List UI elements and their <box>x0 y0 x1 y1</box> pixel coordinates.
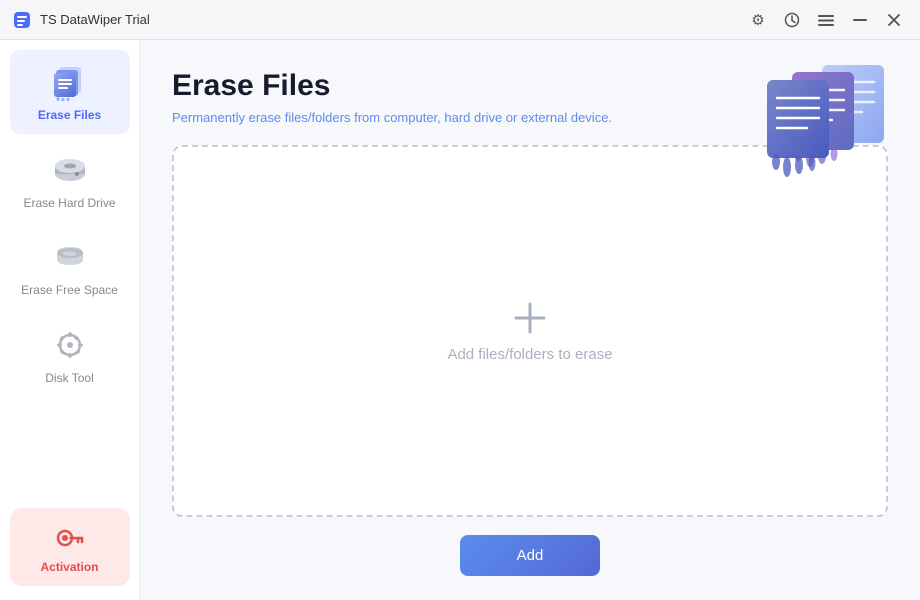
minimize-button[interactable] <box>846 6 874 34</box>
content-area: Erase Files Permanently erase files/fold… <box>140 40 920 600</box>
sidebar-item-activation[interactable]: Activation <box>10 508 130 586</box>
hero-illustration <box>762 60 892 180</box>
add-button[interactable]: Add <box>460 535 600 576</box>
activation-icon <box>54 522 86 554</box>
sidebar-item-disk-tool[interactable]: Disk Tool <box>10 313 130 397</box>
sidebar-item-erase-free-space[interactable]: Erase Free Space <box>10 225 130 309</box>
page-title: Erase Files <box>172 68 612 104</box>
menu-button[interactable] <box>812 6 840 34</box>
erase-free-space-label: Erase Free Space <box>21 283 118 299</box>
page-subtitle: Permanently erase files/folders from com… <box>172 110 612 125</box>
sidebar: Erase Files Erase Hard Drive <box>0 40 140 600</box>
content-header-left: Erase Files Permanently erase files/fold… <box>172 68 612 125</box>
sidebar-item-erase-files[interactable]: Erase Files <box>10 50 130 134</box>
disk-tool-label: Disk Tool <box>45 371 93 387</box>
activation-label: Activation <box>40 560 98 574</box>
erase-files-icon <box>50 62 90 102</box>
drop-zone-label: Add files/folders to erase <box>447 346 612 363</box>
window-controls: ⚙ <box>744 6 908 34</box>
sidebar-item-erase-hard-drive[interactable]: Erase Hard Drive <box>10 138 130 222</box>
erase-free-space-icon <box>50 237 90 277</box>
disk-tool-icon <box>50 325 90 365</box>
app-title: TS DataWiper Trial <box>40 12 744 27</box>
close-button[interactable] <box>880 6 908 34</box>
add-plus-icon <box>512 300 548 336</box>
erase-hard-drive-icon <box>50 150 90 190</box>
drop-zone[interactable]: Add files/folders to erase <box>172 145 888 517</box>
app-body: Erase Files Erase Hard Drive <box>0 40 920 600</box>
title-bar: TS DataWiper Trial ⚙ <box>0 0 920 40</box>
erase-files-label: Erase Files <box>38 108 101 124</box>
erase-hard-drive-label: Erase Hard Drive <box>23 196 115 212</box>
settings-button[interactable]: ⚙ <box>744 6 772 34</box>
app-icon <box>12 10 32 30</box>
history-button[interactable] <box>778 6 806 34</box>
